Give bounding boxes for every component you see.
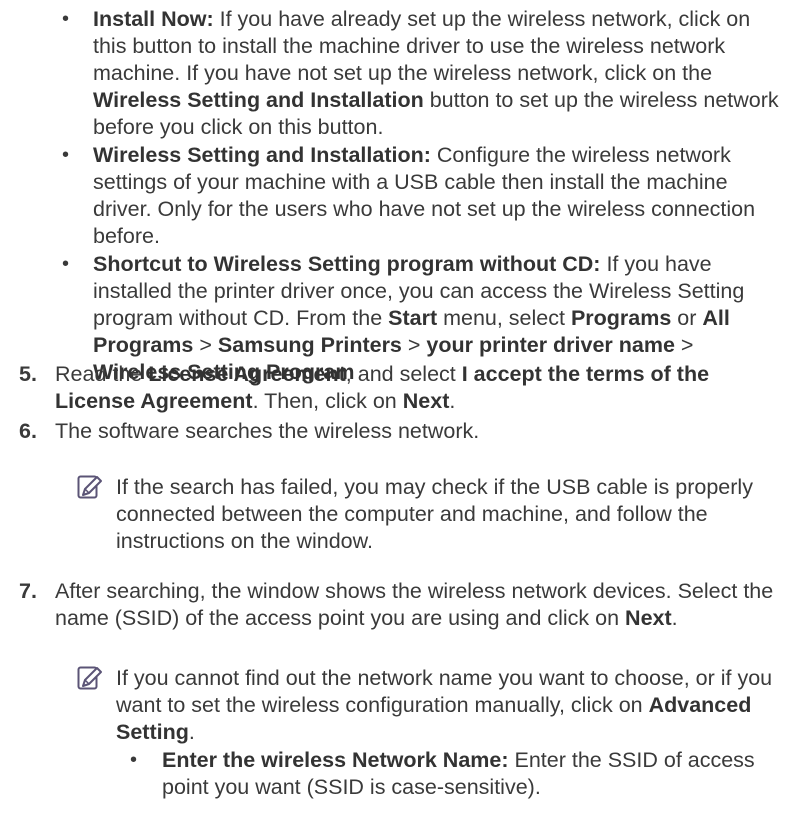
bullet-dot: • — [62, 8, 70, 30]
bullet-dot: • — [62, 144, 70, 166]
bold-term: Next — [402, 389, 450, 413]
bullet-lead-label: Install Now: — [93, 7, 214, 31]
step-number: 5. — [19, 362, 37, 386]
bold-term: Wireless Setting and Installation — [93, 88, 424, 112]
bullet-lead-label: Shortcut to Wireless Setting program wit… — [93, 252, 601, 276]
bullet-text: Install Now: If you have already set up … — [93, 7, 779, 139]
bold-term: License Agreement — [148, 362, 346, 386]
bold-term: Start — [388, 306, 438, 330]
step-text: Read the License Agreement, and select I… — [55, 362, 710, 413]
bullet-dot: • — [130, 749, 138, 771]
step-number: 7. — [19, 579, 37, 603]
bold-term: your printer driver name — [426, 333, 675, 357]
bullet-dot: • — [62, 253, 70, 275]
step-number: 6. — [19, 419, 37, 443]
note-icon — [77, 475, 102, 499]
bold-term: Advanced Setting — [116, 693, 752, 744]
note-text: If the search has failed, you may check … — [116, 475, 753, 553]
bullet-text: Wireless Setting and Installation: Confi… — [93, 143, 756, 248]
step-text: After searching, the window shows the wi… — [55, 579, 774, 630]
bold-term: Next — [625, 606, 672, 630]
bullet-text: Enter the wireless Network Name: Enter t… — [162, 748, 755, 799]
bold-term: Samsung Printers — [217, 333, 402, 357]
bold-term: Programs — [570, 306, 672, 330]
bullet-lead-label: Enter the wireless Network Name: — [162, 748, 509, 772]
step-text: The software searches the wireless netwo… — [55, 419, 480, 443]
bullet-lead-label: Wireless Setting and Installation: — [93, 143, 431, 167]
note-icon — [77, 666, 102, 690]
note-text: If you cannot find out the network name … — [116, 666, 773, 744]
